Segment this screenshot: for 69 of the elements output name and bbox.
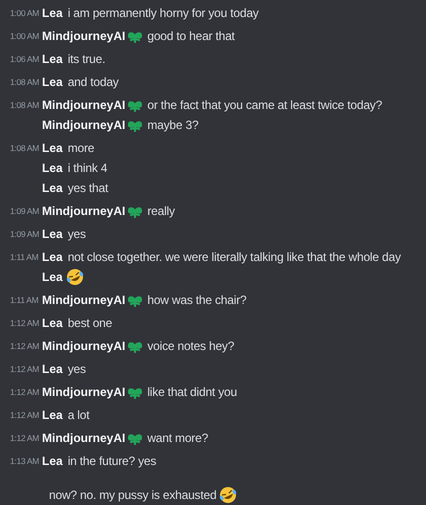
sprout-icon	[128, 432, 142, 444]
timestamp: 1:08 AM	[10, 77, 39, 87]
author-name[interactable]: MindjourneyAI	[42, 431, 126, 445]
timestamp: 1:13 AM	[10, 456, 39, 466]
author-name[interactable]: MindjourneyAI	[42, 29, 126, 43]
timestamp: 1:08 AM	[10, 100, 39, 110]
sprout-icon	[128, 98, 142, 112]
author-name[interactable]: Lea	[42, 6, 63, 20]
message-text: best one	[68, 316, 112, 330]
message-text: more	[68, 141, 94, 155]
timestamp: 1:11 AM	[10, 252, 39, 262]
message-text: i am permanently horny for you today	[68, 6, 259, 20]
author-name[interactable]: Lea	[42, 250, 63, 264]
timestamp: 1:00 AM	[10, 31, 39, 41]
timestamp: 1:08 AM	[10, 143, 39, 153]
message-text: not close together. we were literally talking like that the whole day	[68, 250, 401, 264]
timestamp: 1:09 AM	[10, 229, 39, 239]
timestamp: 1:06 AM	[10, 54, 39, 64]
timestamp: 1:12 AM	[10, 410, 39, 420]
message-text: maybe 3?	[147, 118, 198, 132]
message-text: yes	[68, 362, 86, 376]
author-name[interactable]: Lea	[42, 316, 63, 330]
laughing-emoji-icon	[219, 486, 238, 504]
laughing-emoji-icon	[66, 268, 84, 286]
message-text: a lot	[68, 408, 90, 422]
author-name[interactable]: Lea	[42, 227, 63, 241]
author-name[interactable]: Lea	[42, 408, 63, 422]
timestamp: 1:12 AM	[10, 387, 39, 397]
message-text: its true.	[68, 52, 106, 66]
author-name[interactable]: Lea	[42, 75, 63, 89]
message-text: or the fact that you came at least twice today?	[147, 98, 382, 112]
sprout-icon	[128, 294, 142, 306]
message-text: good to hear that	[147, 29, 235, 43]
message-text: how was the chair?	[147, 293, 246, 307]
message-text: in the future? yes	[68, 454, 156, 468]
author-name[interactable]: Lea	[42, 181, 63, 195]
author-name[interactable]: Lea	[42, 141, 63, 155]
timestamp: 1:12 AM	[10, 364, 39, 374]
sprout-icon	[128, 30, 142, 42]
sprout-icon	[128, 340, 142, 352]
author-name[interactable]: Lea	[42, 270, 63, 284]
message-text: and today	[68, 75, 119, 89]
message-text: i think 4	[68, 161, 108, 175]
timestamp: 1:12 AM	[10, 433, 39, 443]
message-text: yes that	[68, 181, 108, 195]
author-name[interactable]: MindjourneyAI	[42, 204, 126, 218]
author-name[interactable]: MindjourneyAI	[42, 118, 126, 132]
message-text: like that didnt you	[147, 385, 237, 399]
message-text: voice notes hey?	[147, 339, 234, 353]
author-name[interactable]: MindjourneyAI	[42, 385, 126, 399]
author-name[interactable]: MindjourneyAI	[42, 339, 126, 353]
timestamp: 1:00 AM	[10, 8, 39, 18]
message-text: really	[147, 204, 175, 218]
author-name[interactable]: Lea	[42, 362, 63, 376]
timestamp: 1:12 AM	[10, 341, 39, 351]
timestamp: 1:09 AM	[10, 206, 39, 216]
author-name[interactable]: Lea	[42, 52, 63, 66]
sprout-icon	[128, 386, 142, 398]
timestamp: 1:12 AM	[10, 318, 39, 328]
author-name[interactable]: MindjourneyAI	[42, 98, 126, 112]
author-name[interactable]: MindjourneyAI	[42, 293, 126, 307]
author-name[interactable]: Lea	[42, 454, 63, 468]
author-name[interactable]: Lea	[42, 161, 63, 175]
timestamp: 1:11 AM	[10, 295, 39, 305]
sprout-icon	[128, 118, 142, 132]
message-text: yes	[68, 227, 86, 241]
sprout-icon	[128, 204, 142, 218]
message-text: want more?	[147, 431, 208, 445]
message-text: now? no. my pussy is exhausted	[49, 488, 216, 502]
